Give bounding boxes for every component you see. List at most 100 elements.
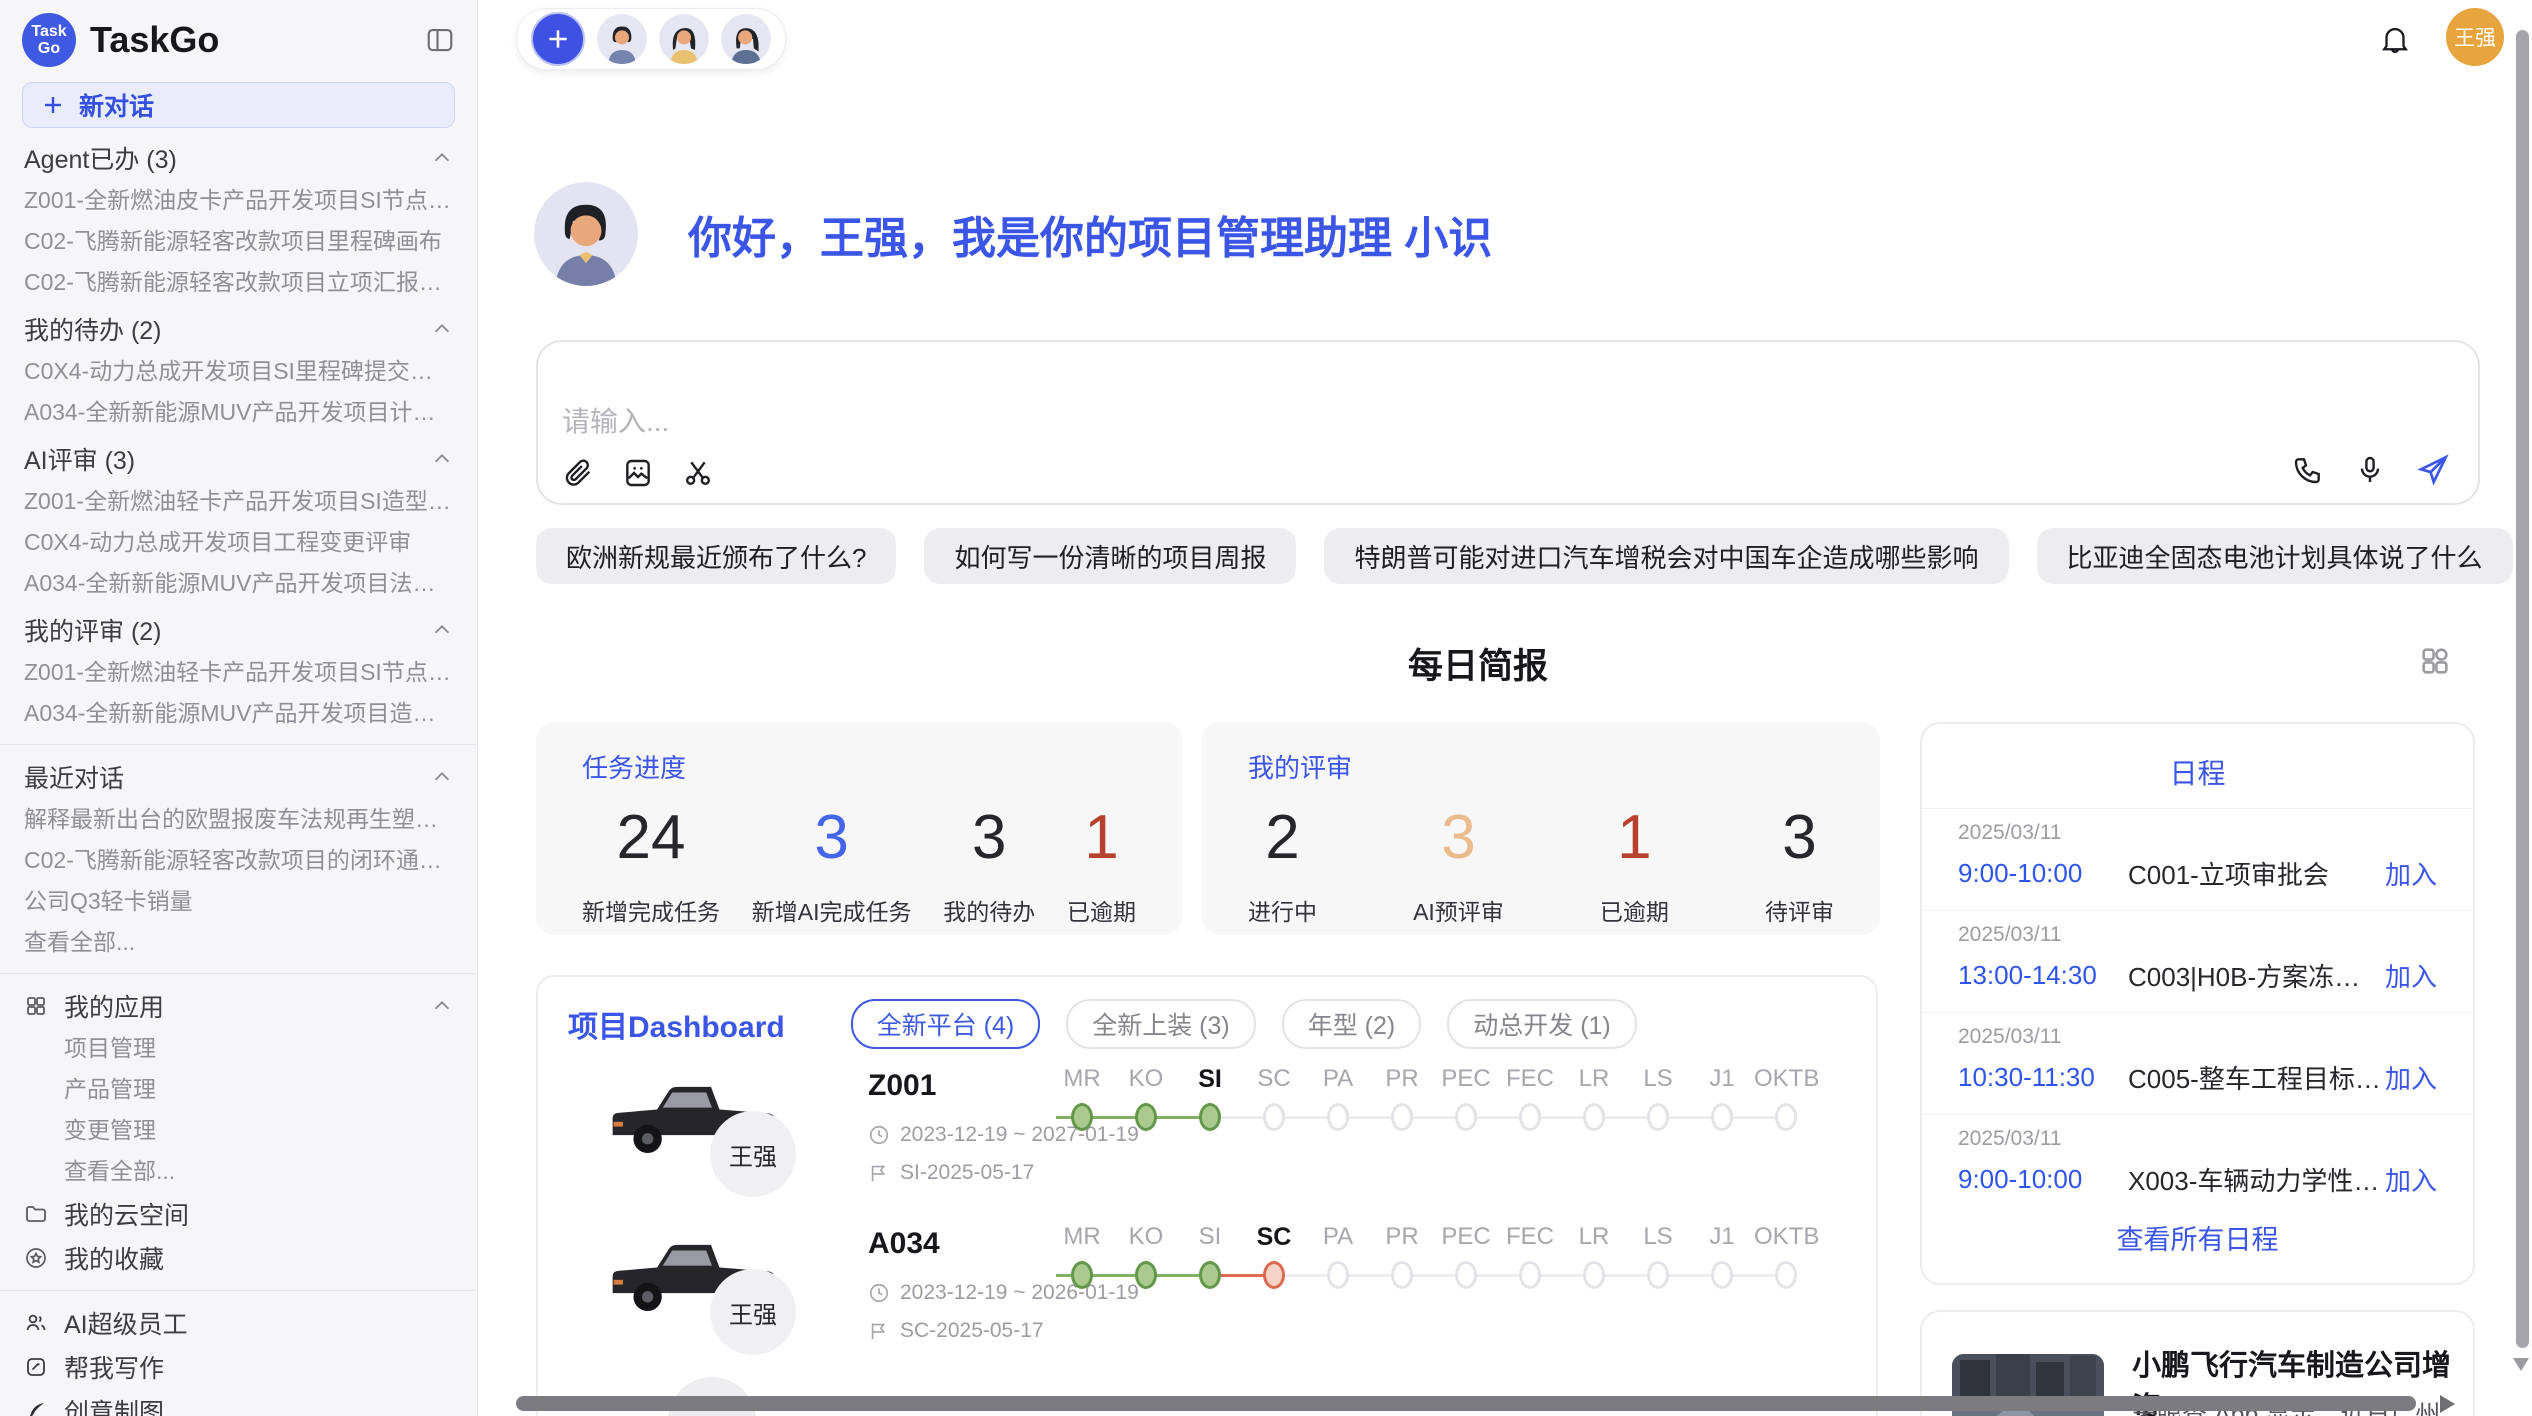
dashboard-title: 项目Dashboard: [568, 1002, 785, 1046]
new-session-button[interactable]: [531, 12, 585, 66]
writing-icon: [24, 1355, 48, 1379]
star-badge-icon: [24, 1246, 48, 1270]
chevron-up-icon[interactable]: [431, 619, 453, 641]
project-row-z001[interactable]: 王强 Z001 2023-12-19 ~ 2027-01-19 SI-2025-…: [562, 1063, 1852, 1221]
tab-model-year[interactable]: 年型 (2): [1282, 999, 1422, 1049]
chevron-up-icon[interactable]: [431, 318, 453, 340]
app-item-project-mgmt[interactable]: 项目管理: [0, 1028, 477, 1069]
recent-chat-item[interactable]: 解释最新出台的欧盟报废车法规再生塑料比例被调至15%...: [0, 799, 477, 840]
stat-my-todo: 3我的待办: [943, 803, 1035, 927]
microphone-icon[interactable]: [2354, 454, 2386, 486]
scissors-icon[interactable]: [682, 457, 714, 489]
tab-powertrain[interactable]: 动总开发 (1): [1447, 999, 1637, 1049]
app-item-product-mgmt[interactable]: 产品管理: [0, 1069, 477, 1110]
sidebar-item[interactable]: C0X4-动力总成开发项目SI里程碑提交物检查: [0, 351, 477, 392]
sidebar-item-creative-draw[interactable]: 创意制图: [0, 1389, 477, 1416]
horizontal-scrollbar[interactable]: [516, 1396, 2416, 1411]
join-meeting-link[interactable]: 加入: [2385, 1059, 2437, 1096]
agent-avatar[interactable]: [721, 14, 771, 64]
schedule-time: 9:00-10:00: [1958, 858, 2128, 889]
scroll-right-arrow[interactable]: [2440, 1395, 2455, 1413]
voice-call-icon[interactable]: [2292, 454, 2324, 486]
agent-avatar[interactable]: [597, 14, 647, 64]
project-name: Z001: [868, 1069, 936, 1103]
sidebar-item-ai-super-staff[interactable]: AI超级员工: [0, 1301, 477, 1345]
schedule-item: 2025/03/11 10:30-11:30 C005-整车工程目标评审 加入: [1922, 1012, 2473, 1114]
chevron-up-icon[interactable]: [431, 995, 453, 1017]
sidebar-item[interactable]: Z001-全新燃油皮卡产品开发项目SI节点Lesson Learn报告: [0, 180, 477, 221]
view-all-schedule-link[interactable]: 查看所有日程: [1922, 1218, 2473, 1283]
composer-input[interactable]: [560, 398, 2064, 462]
sidebar-item[interactable]: Z001-全新燃油轻卡产品开发项目SI造型提交物评审: [0, 481, 477, 522]
app-item-change-mgmt[interactable]: 变更管理: [0, 1110, 477, 1151]
new-chat-button[interactable]: 新对话: [22, 82, 455, 128]
join-meeting-link[interactable]: 加入: [2385, 957, 2437, 994]
recent-chat-item[interactable]: 公司Q3轻卡销量: [0, 881, 477, 922]
chevron-up-icon[interactable]: [431, 147, 453, 169]
layout-grid-icon[interactable]: [2418, 644, 2452, 678]
project-owner-avatar: 王强: [710, 1269, 796, 1355]
sidebar-item[interactable]: Z001-全新燃油轻卡产品开发项目SI节点属性5D文件评审: [0, 652, 477, 693]
attach-file-icon[interactable]: [562, 457, 594, 489]
project-row-a034[interactable]: 王强 A034 2023-12-19 ~ 2026-01-19 SC-2025-…: [562, 1221, 1852, 1379]
stat-in-progress: 2进行中: [1248, 803, 1317, 927]
sidebar-collapse-icon[interactable]: [425, 25, 455, 55]
tab-new-platform[interactable]: 全新平台 (4): [851, 999, 1041, 1049]
assistant-avatar: [534, 182, 638, 286]
milestone-fec: FEC: [1498, 1065, 1562, 1131]
sidebar-item-cloud-space[interactable]: 我的云空间: [0, 1192, 477, 1236]
agent-avatar[interactable]: [659, 14, 709, 64]
vertical-scrollbar[interactable]: [2516, 30, 2529, 1348]
chevron-up-icon[interactable]: [431, 448, 453, 470]
clock-icon: [868, 1124, 890, 1146]
milestone-pr: PR: [1370, 1065, 1434, 1131]
section-header-ai-review[interactable]: AI评审 (3): [0, 437, 477, 481]
image-upload-icon[interactable]: [622, 457, 654, 489]
sidebar-item-favorites[interactable]: 我的收藏: [0, 1236, 477, 1280]
sidebar-item[interactable]: C0X4-动力总成开发项目工程变更评审: [0, 522, 477, 563]
schedule-item: 2025/03/11 9:00-10:00 X003-车辆动力学性能验... 加…: [1922, 1114, 2473, 1216]
sidebar-item-help-write[interactable]: 帮我写作: [0, 1345, 477, 1389]
send-icon[interactable]: [2416, 453, 2450, 487]
sidebar-item[interactable]: C02-飞腾新能源轻客改款项目里程碑画布: [0, 221, 477, 262]
sidebar-item[interactable]: A034-全新新能源MUV产品开发项目法规符合性评审: [0, 563, 477, 604]
schedule-date: 2025/03/11: [1958, 923, 2437, 947]
section-header-my-review[interactable]: 我的评审 (2): [0, 608, 477, 652]
favorites-label: 我的收藏: [64, 1240, 164, 1276]
tab-new-body[interactable]: 全新上装 (3): [1066, 999, 1256, 1049]
section-header-recent-chats[interactable]: 最近对话: [0, 755, 477, 799]
stat-overdue: 1已逾期: [1067, 803, 1136, 927]
suggestion-chip[interactable]: 欧洲新规最近颁布了什么?: [536, 528, 896, 584]
join-meeting-link[interactable]: 加入: [2385, 1161, 2437, 1198]
composer-tools-right: [2292, 453, 2450, 487]
chevron-up-icon[interactable]: [431, 766, 453, 788]
clock-icon: [868, 1282, 890, 1304]
composer-tools-left: [562, 457, 714, 489]
milestone-si: SI: [1178, 1065, 1242, 1131]
schedule-panel: 日程 2025/03/11 9:00-10:00 C001-立项审批会 加入 2…: [1920, 722, 2475, 1285]
view-all-chats-link[interactable]: 查看全部...: [0, 922, 477, 963]
section-header-my-todo[interactable]: 我的待办 (2): [0, 307, 477, 351]
sidebar-item[interactable]: A034-全新新能源MUV产品开发项目造型可行性评审: [0, 693, 477, 734]
recent-chat-item[interactable]: C02-飞腾新能源轻客改款项目的闭环通告反馈情况: [0, 840, 477, 881]
app-title: TaskGo: [90, 19, 411, 61]
notifications-bell-icon[interactable]: [2378, 22, 2412, 56]
join-meeting-link[interactable]: 加入: [2385, 855, 2437, 892]
sidebar-item[interactable]: C02-飞腾新能源轻客改款项目立项汇报方案: [0, 262, 477, 303]
my-reviews-card: 我的评审 2进行中 3AI预评审 1已逾期 3待评审: [1202, 722, 1880, 935]
help-write-label: 帮我写作: [64, 1349, 164, 1385]
project-dashboard-card: 项目Dashboard 全新平台 (4) 全新上装 (3) 年型 (2) 动总开…: [536, 975, 1878, 1416]
view-all-apps-link[interactable]: 查看全部...: [0, 1151, 477, 1192]
sidebar-item[interactable]: A034-全新新能源MUV产品开发项目计划变更表编写: [0, 392, 477, 433]
user-avatar[interactable]: 王强: [2446, 8, 2504, 66]
suggestion-chip[interactable]: 如何写一份清晰的项目周报: [924, 528, 1296, 584]
stat-new-completed: 24新增完成任务: [582, 803, 720, 927]
section-header-agent-done[interactable]: Agent已办 (3): [0, 136, 477, 180]
suggestion-chip[interactable]: 特朗普可能对进口汽车增税会对中国车企造成哪些影响: [1324, 528, 2008, 584]
sidebar-item-my-apps[interactable]: 我的应用: [0, 984, 477, 1028]
milestone-sc: SC: [1242, 1065, 1306, 1131]
app-logo: Task Go: [22, 13, 76, 67]
suggestion-chip[interactable]: 比亚迪全固态电池计划具体说了什么: [2037, 528, 2513, 584]
milestone-j1: J1: [1690, 1065, 1754, 1131]
scroll-down-arrow[interactable]: [2513, 1358, 2529, 1371]
